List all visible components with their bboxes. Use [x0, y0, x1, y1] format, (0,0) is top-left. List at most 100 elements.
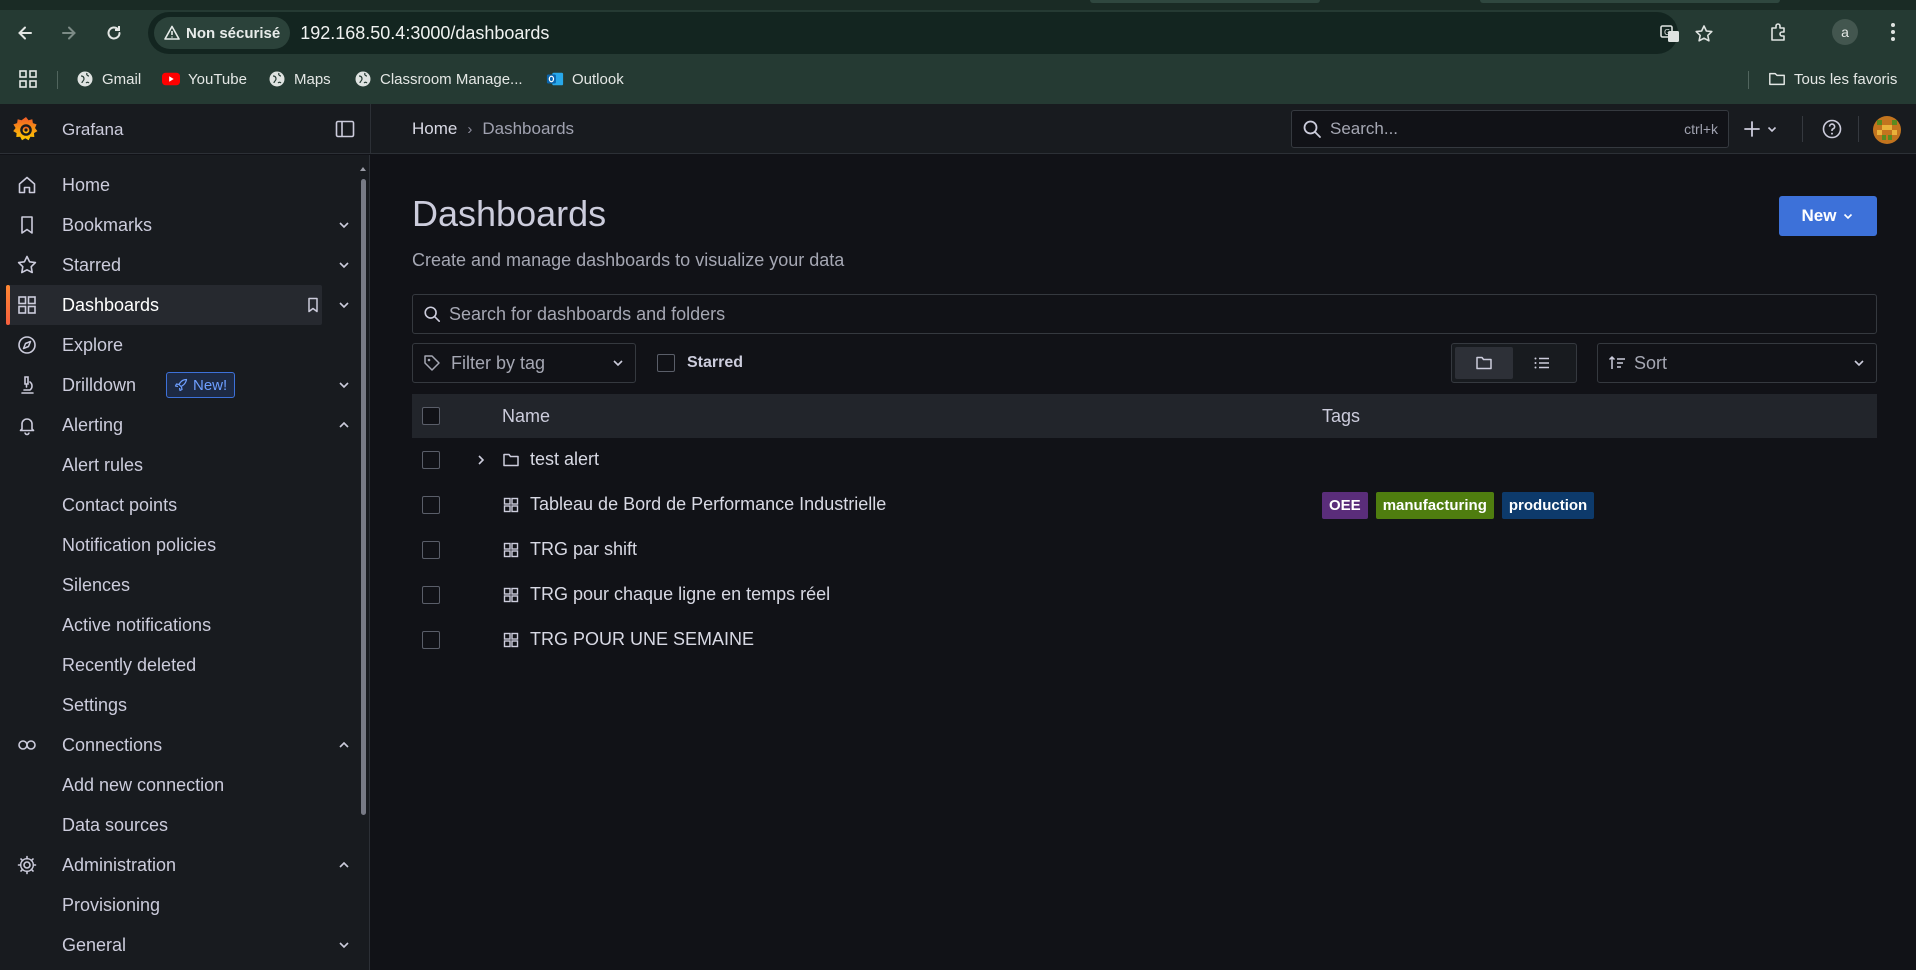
chevron-down-icon[interactable]: [336, 937, 352, 953]
sidebar-subitem-provisioning[interactable]: Provisioning: [62, 895, 160, 916]
bookmark-outlook[interactable]: Outlook: [546, 68, 624, 90]
tab-edge: [1090, 0, 1320, 3]
new-dashboard-button[interactable]: New: [1779, 196, 1877, 236]
sidebar-subitem-silences[interactable]: Silences: [62, 575, 130, 596]
chevron-up-icon[interactable]: [336, 417, 352, 433]
chevron-down-icon[interactable]: [336, 377, 352, 393]
sidebar-item-connections[interactable]: Connections: [6, 725, 349, 765]
sidebar-item-explore[interactable]: Explore: [6, 325, 322, 365]
table-row[interactable]: TRG pour chaque ligne en temps réel: [412, 573, 1877, 618]
sidebar-subitem-settings[interactable]: Settings: [62, 695, 127, 716]
scrollbar-thumb[interactable]: [361, 179, 366, 815]
sort-select[interactable]: Sort: [1597, 343, 1877, 383]
table-row[interactable]: TRG par shift: [412, 528, 1877, 573]
dashboard-search-input[interactable]: [449, 303, 1876, 325]
apps-launcher[interactable]: [18, 68, 38, 90]
sidebar-subitem-data-sources[interactable]: Data sources: [62, 815, 168, 836]
warning-icon: [164, 25, 180, 40]
row-name[interactable]: test alert: [530, 449, 599, 470]
breadcrumb-home[interactable]: Home: [412, 119, 457, 139]
sidebar-subitem-alert-rules[interactable]: Alert rules: [62, 455, 143, 476]
bookmark-pin-icon[interactable]: [304, 296, 322, 314]
row-checkbox[interactable]: [422, 631, 440, 649]
bookmark-maps[interactable]: Maps: [268, 68, 331, 90]
row-name[interactable]: TRG par shift: [530, 539, 637, 560]
chevron-down-icon[interactable]: [336, 297, 352, 313]
chevron-up-icon[interactable]: [336, 857, 352, 873]
extensions-button[interactable]: [1766, 19, 1792, 45]
add-new-button[interactable]: [1742, 116, 1786, 142]
sidebar-item-dashboards[interactable]: Dashboards: [6, 285, 349, 325]
global-search[interactable]: ctrl+k: [1291, 110, 1729, 148]
sidebar-subitem-general[interactable]: General: [6, 925, 349, 965]
folder-icon: [503, 453, 519, 467]
security-chip[interactable]: Non sécurisé: [154, 17, 291, 49]
sidebar-subitem-add-new-connection[interactable]: Add new connection: [62, 775, 224, 796]
bookmark-label: YouTube: [188, 70, 247, 88]
tag-filter-select[interactable]: Filter by tag: [412, 343, 636, 383]
bookmark-star-button[interactable]: [1692, 22, 1716, 46]
row-name[interactable]: TRG POUR UNE SEMAINE: [530, 629, 754, 650]
grafana-logo[interactable]: [12, 115, 40, 143]
table-row[interactable]: TRG POUR UNE SEMAINE: [412, 618, 1877, 663]
chevron-up-icon[interactable]: [336, 737, 352, 753]
global-search-input[interactable]: [1330, 119, 1685, 139]
starred-filter[interactable]: Starred: [657, 354, 743, 372]
sidebar-item-label: Connections: [62, 734, 163, 755]
table-row[interactable]: test alert: [412, 438, 1877, 483]
help-button[interactable]: [1820, 117, 1844, 141]
sidebar-item-alerting[interactable]: Alerting: [6, 405, 349, 445]
dock-menu-button[interactable]: [334, 118, 356, 140]
bookmark-classroom[interactable]: Classroom Manage...: [354, 68, 523, 90]
sidebar-subitem-notification-policies[interactable]: Notification policies: [62, 535, 216, 556]
sidebar-item-drilldown[interactable]: Drilldown New!: [6, 365, 349, 405]
arrow-left-icon: [18, 26, 32, 40]
select-all-checkbox[interactable]: [422, 407, 440, 425]
browser-menu-button[interactable]: [1880, 19, 1906, 45]
bookmark-youtube[interactable]: YouTube: [162, 68, 247, 90]
back-button[interactable]: [11, 19, 39, 47]
all-bookmarks[interactable]: Tous les favoris: [1768, 68, 1897, 90]
sidebar-item-administration[interactable]: Administration: [6, 845, 349, 885]
sidebar-item-label: Administration: [62, 854, 177, 875]
scroll-up-arrow-icon[interactable]: [359, 165, 367, 173]
row-checkbox[interactable]: [422, 451, 440, 469]
list-view-button[interactable]: [1513, 347, 1571, 379]
url-text[interactable]: 192.168.50.4:3000/dashboards: [300, 23, 549, 44]
sidebar-scrollbar[interactable]: [359, 165, 367, 965]
bookmark-gmail[interactable]: Gmail: [76, 68, 141, 90]
forward-button[interactable]: [55, 19, 83, 47]
tag-oee[interactable]: OEE: [1322, 492, 1368, 519]
chevron-down-icon[interactable]: [336, 257, 352, 273]
tag-manufacturing[interactable]: manufacturing: [1375, 492, 1494, 519]
security-label: Non sécurisé: [186, 24, 281, 42]
row-checkbox[interactable]: [422, 496, 440, 514]
sidebar-item-home[interactable]: Home: [6, 165, 322, 205]
all-bookmarks-label: Tous les favoris: [1794, 70, 1898, 88]
chevron-down-icon[interactable]: [336, 217, 352, 233]
folder-view-button[interactable]: [1455, 347, 1513, 379]
translate-button[interactable]: G: [1658, 22, 1682, 46]
table-row[interactable]: Tableau de Bord de Performance Industrie…: [412, 483, 1877, 528]
starred-label: Starred: [687, 354, 744, 371]
sidebar-item-bookmarks[interactable]: Bookmarks: [6, 205, 349, 245]
row-checkbox[interactable]: [422, 541, 440, 559]
starred-checkbox[interactable]: [657, 354, 675, 372]
profile-avatar[interactable]: a: [1832, 19, 1858, 45]
user-avatar[interactable]: [1873, 116, 1901, 144]
tag-production[interactable]: production: [1501, 492, 1595, 519]
puzzle-icon: [1771, 23, 1785, 41]
sidebar-subitem-recently-deleted[interactable]: Recently deleted: [62, 655, 196, 676]
dashboard-search[interactable]: [412, 294, 1877, 334]
sidebar-item-starred[interactable]: Starred: [6, 245, 349, 285]
sidebar-item-label: Starred: [62, 254, 122, 275]
reload-button[interactable]: [100, 19, 128, 47]
chevron-right-icon[interactable]: [472, 451, 490, 469]
sidebar-item-label: General: [62, 934, 127, 955]
sidebar-subitem-contact-points[interactable]: Contact points: [62, 495, 177, 516]
row-name[interactable]: Tableau de Bord de Performance Industrie…: [530, 494, 886, 515]
row-checkbox[interactable]: [422, 586, 440, 604]
address-bar[interactable]: Non sécurisé 192.168.50.4:3000/dashboard…: [148, 12, 1713, 54]
sidebar-subitem-active-notifications[interactable]: Active notifications: [62, 615, 211, 636]
row-name[interactable]: TRG pour chaque ligne en temps réel: [530, 584, 830, 605]
